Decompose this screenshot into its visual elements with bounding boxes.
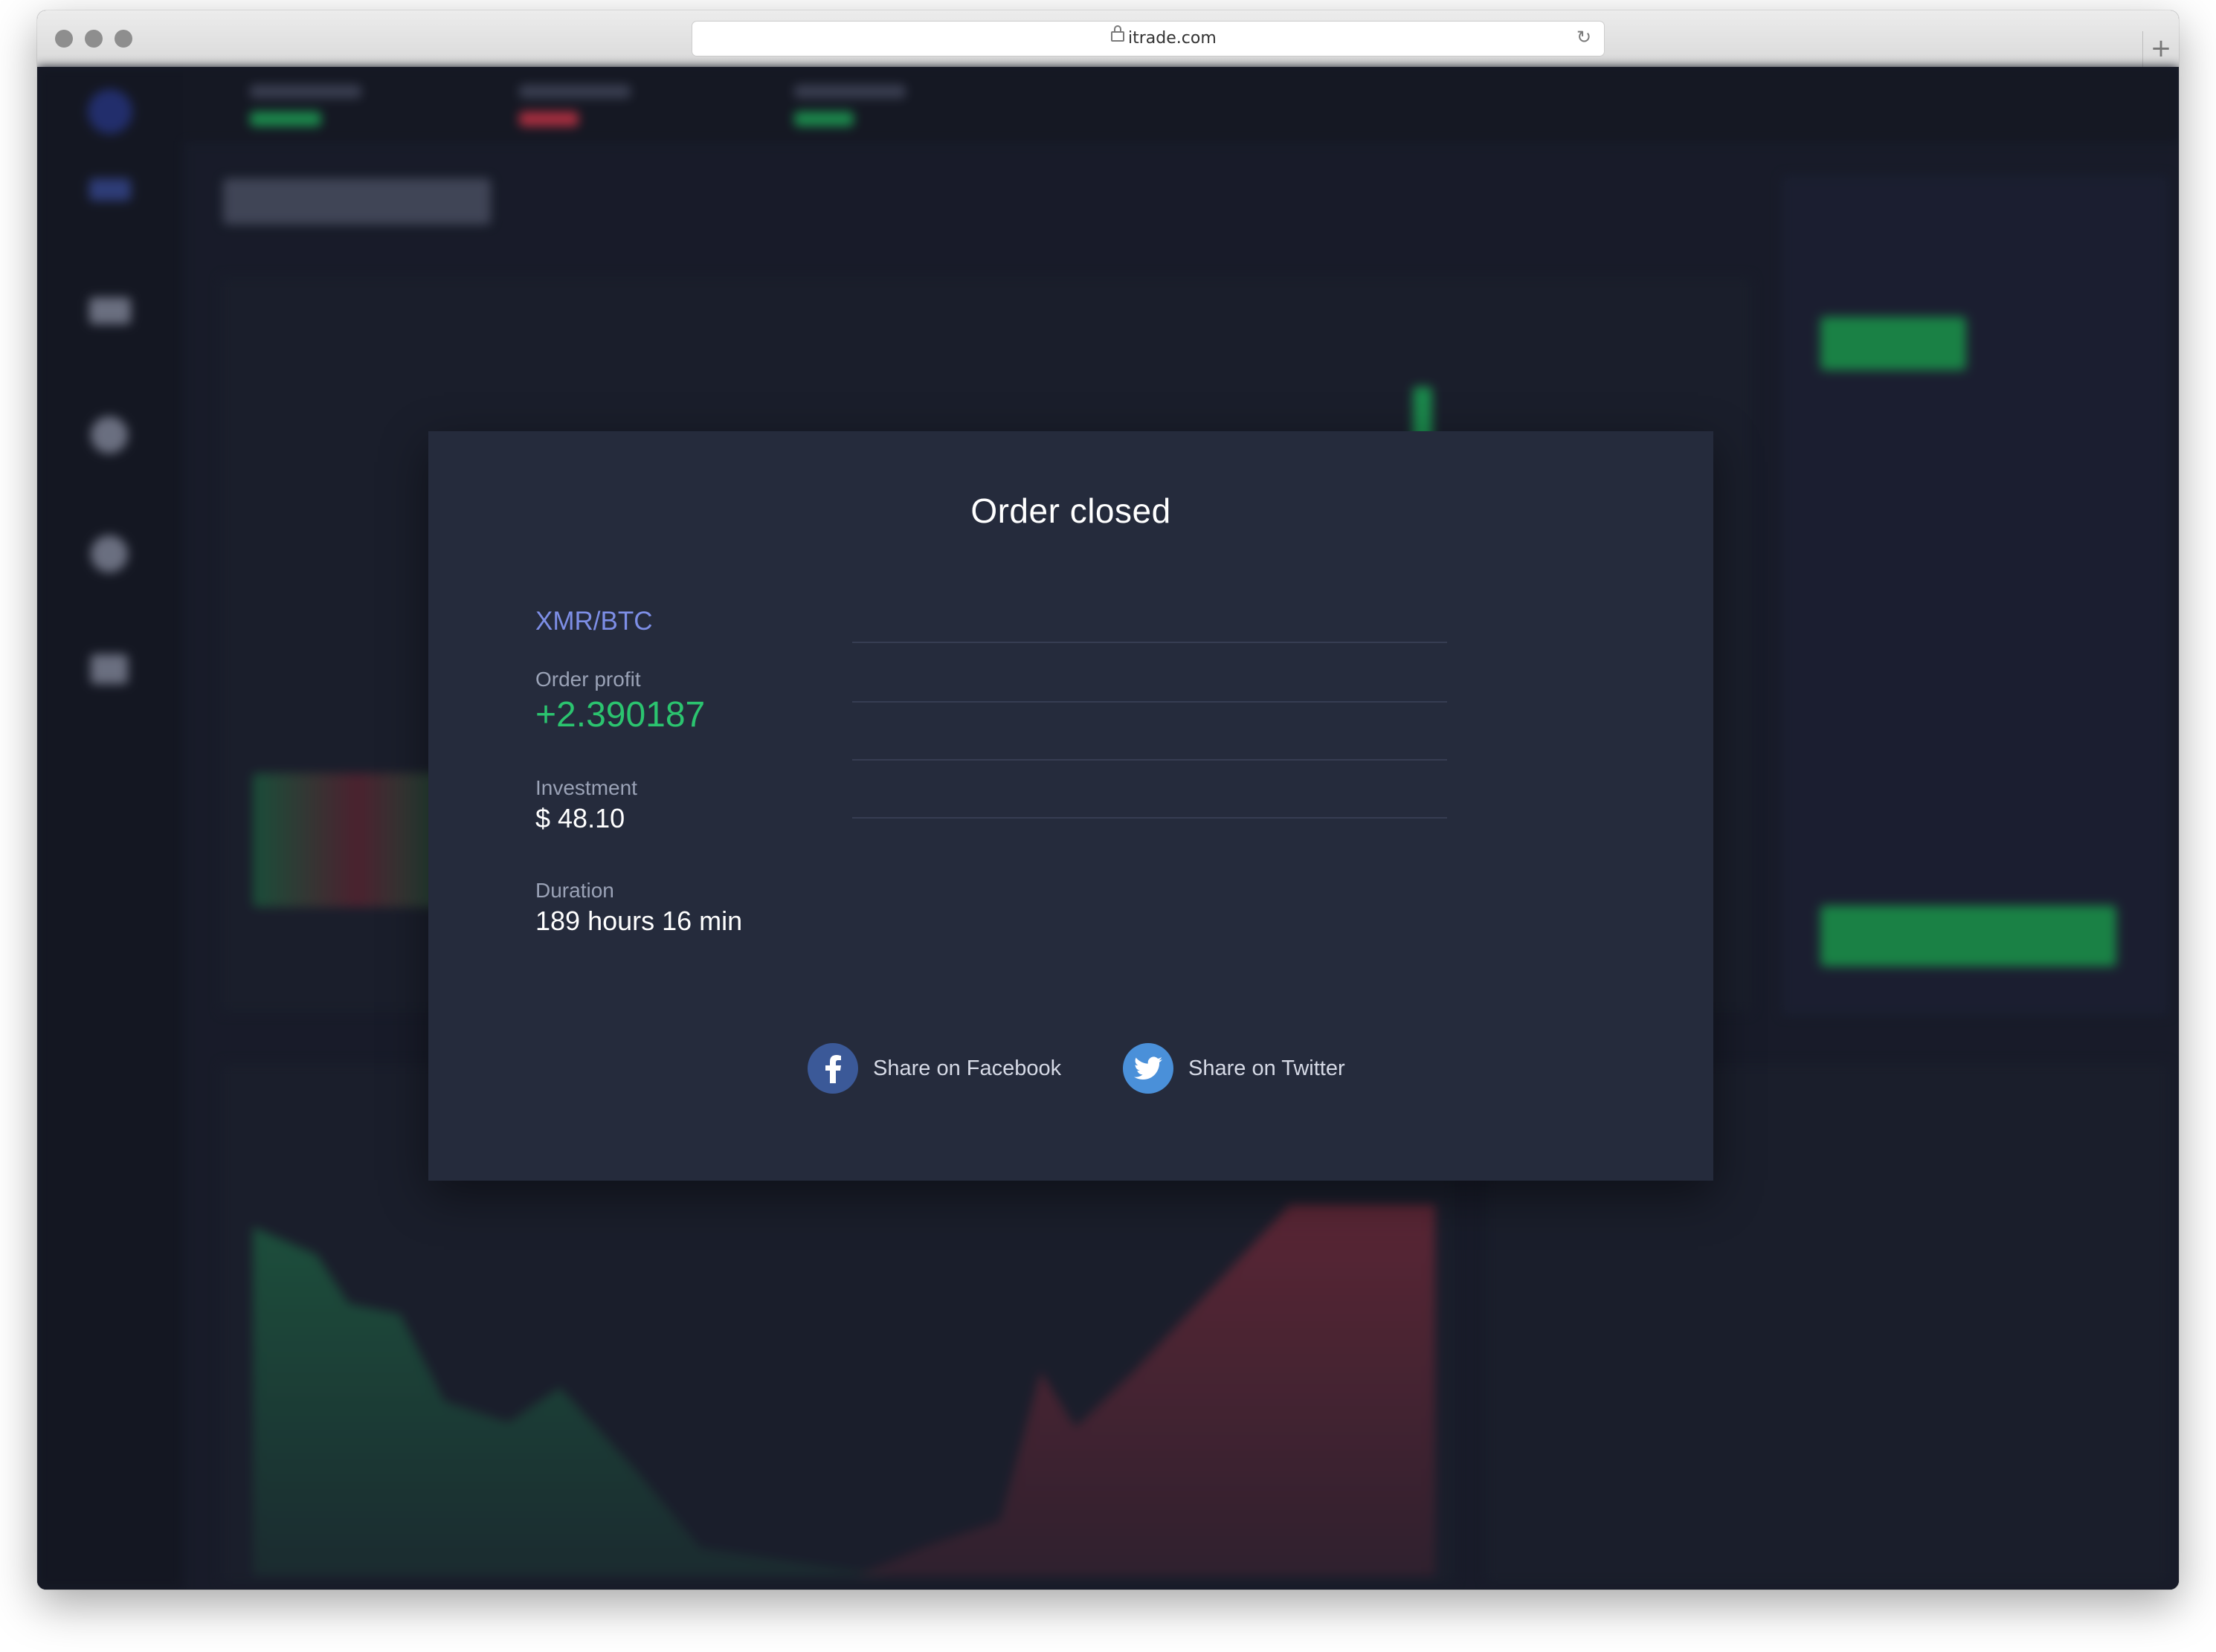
duration-value: 189 hours 16 min — [535, 906, 743, 936]
facebook-icon — [808, 1043, 858, 1094]
share-twitter-label: Share on Twitter — [1188, 1056, 1345, 1080]
share-facebook-button[interactable]: Share on Facebook — [808, 1042, 1061, 1094]
investment-value: $ 48.10 — [535, 803, 625, 833]
duration-label: Duration — [535, 879, 614, 902]
close-window-button[interactable] — [55, 30, 73, 48]
new-tab-button[interactable]: + — [2142, 31, 2179, 67]
trading-pair: XMR/BTC — [535, 607, 653, 636]
dialog-title: Order closed — [970, 491, 1171, 530]
share-twitter-button[interactable]: Share on Twitter — [1123, 1042, 1345, 1094]
order-price-chart: 15278.199016189.1836 — [852, 642, 1447, 819]
zoom-window-button[interactable] — [115, 30, 132, 48]
investment-label: Investment — [535, 776, 637, 799]
order-profit-label: Order profit — [535, 668, 641, 691]
address-bar[interactable]: itrade.com ↻ — [692, 21, 1605, 57]
order-closed-dialog: Order closed XMR/BTC Order profit +2.390… — [428, 431, 1713, 1181]
browser-titlebar: itrade.com ↻ + — [37, 10, 2179, 68]
minimize-window-button[interactable] — [85, 30, 103, 48]
lock-icon — [1111, 25, 1124, 42]
reload-icon[interactable]: ↻ — [1574, 28, 1594, 47]
twitter-icon — [1123, 1043, 1173, 1094]
share-facebook-label: Share on Facebook — [873, 1056, 1062, 1080]
order-profit-value: +2.390187 — [535, 695, 706, 735]
url-text: itrade.com — [1128, 29, 1217, 48]
